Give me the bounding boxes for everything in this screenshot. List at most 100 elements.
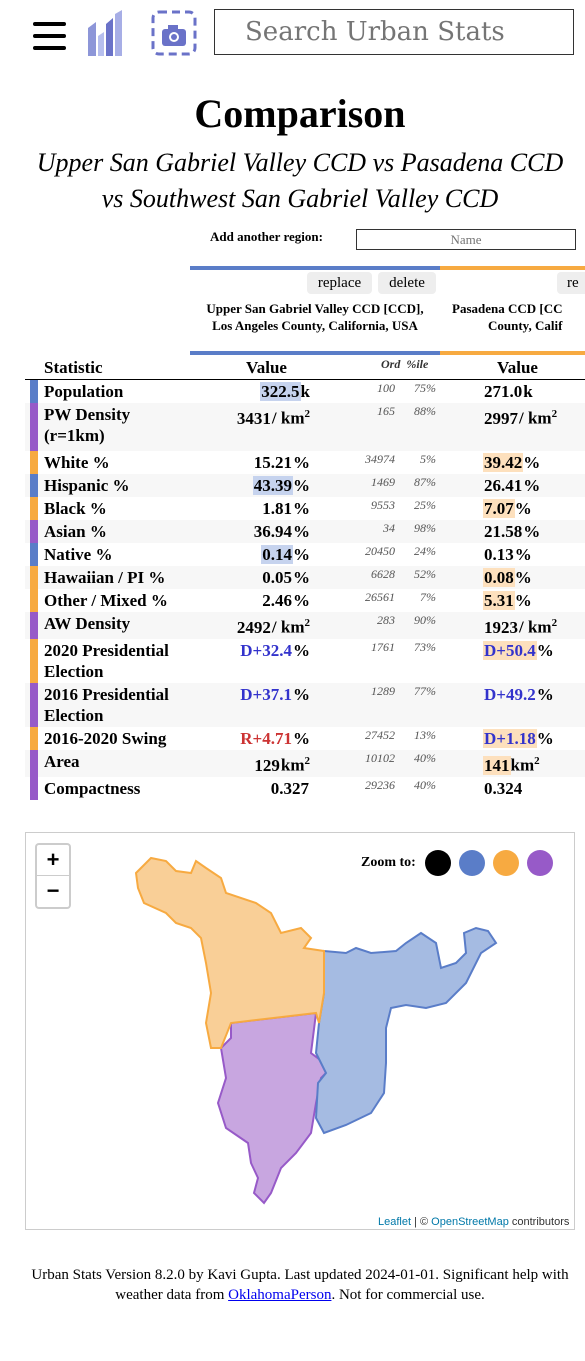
region-1-name-line2: Los Angeles County, California, USA xyxy=(212,318,418,333)
value-region-2: D+50.4% xyxy=(483,640,585,661)
statistic-name[interactable]: Area xyxy=(44,751,80,772)
zoom-to-region-1-button[interactable] xyxy=(459,850,485,876)
ordinal-percentile: 34 98% xyxy=(330,521,436,536)
statistic-name[interactable]: 2020 Presidential Election xyxy=(44,640,169,682)
row-color-marker xyxy=(30,589,38,612)
ordinal-percentile: 283 90% xyxy=(330,613,436,628)
value-region-2: 0.08% xyxy=(483,567,585,588)
unit-superscript: 2 xyxy=(551,408,558,420)
value-region-2: D+1.18% xyxy=(483,728,585,749)
statistic-name[interactable]: Black % xyxy=(44,498,107,519)
statistic-name[interactable]: 2016 Presidential Election xyxy=(44,684,169,726)
statistic-label: AW Density xyxy=(44,614,131,633)
ordinal: 9553 xyxy=(371,498,395,512)
region-2-name-line2: County, Calif xyxy=(488,318,563,333)
zoom-out-button[interactable]: − xyxy=(37,876,69,906)
value-number: D+32.4 xyxy=(240,641,292,660)
value-unit: % xyxy=(536,729,554,748)
statistic-name[interactable]: AW Density xyxy=(44,613,130,634)
leaflet-link[interactable]: Leaflet xyxy=(378,1216,411,1228)
value-region-1: 0.05% xyxy=(180,567,310,588)
value-region-1: 43.39% xyxy=(180,475,310,496)
value-number: 21.58 xyxy=(484,522,523,541)
row-color-marker xyxy=(30,683,38,727)
statistic-label: 2016 Presidential xyxy=(44,685,169,704)
menu-icon[interactable] xyxy=(33,22,67,52)
value-region-1: D+32.4% xyxy=(180,640,310,661)
statistic-name[interactable]: PW Density (r=1km) xyxy=(44,404,130,446)
ordinal: 100 xyxy=(377,381,395,395)
add-region-input[interactable] xyxy=(356,229,576,250)
map-attribution: Leaflet | © OpenStreetMap contributors xyxy=(378,1216,569,1228)
value-unit: % xyxy=(293,641,310,660)
search-input[interactable] xyxy=(214,9,574,55)
statistic-label: Asian % xyxy=(44,522,107,541)
region-2-name[interactable]: Pasadena CCD [CC County, Calif xyxy=(452,300,585,334)
row-color-marker xyxy=(30,403,38,451)
row-color-marker xyxy=(30,520,38,543)
statistic-label: Population xyxy=(44,382,124,401)
statistic-name[interactable]: 2016-2020 Swing xyxy=(44,728,166,749)
row-color-marker xyxy=(30,727,38,750)
percentile: 87% xyxy=(414,475,436,489)
statistic-name[interactable]: Compactness xyxy=(44,778,140,799)
statistic-name[interactable]: Other / Mixed % xyxy=(44,590,168,611)
replace-region-2-button[interactable]: re xyxy=(557,272,585,294)
value-number: R+4.71 xyxy=(240,729,292,748)
ordinal-percentile: 26561 7% xyxy=(330,590,436,605)
statistic-label: Native % xyxy=(44,545,113,564)
region-1-name[interactable]: Upper San Gabriel Valley CCD [CCD], Los … xyxy=(185,300,445,334)
zoom-to-region-2-button[interactable] xyxy=(493,850,519,876)
value-number: D+37.1 xyxy=(240,685,292,704)
ordinal-percentile: 1761 73% xyxy=(330,640,436,655)
oklahomaperson-link[interactable]: OklahomaPerson xyxy=(228,1287,331,1303)
value-region-1: 36.94% xyxy=(180,521,310,542)
value-unit: / km xyxy=(271,408,305,428)
map-region-upper-sgv xyxy=(314,926,498,1135)
value-unit: % xyxy=(293,568,310,587)
ordinal: 26561 xyxy=(365,590,395,604)
percentile: 13% xyxy=(414,728,436,742)
value-unit: % xyxy=(514,591,532,610)
map-region-southwest-sgv xyxy=(216,1011,333,1205)
unit-superscript: 2 xyxy=(534,755,540,767)
page-subtitle: Upper San Gabriel Valley CCD vs Pasadena… xyxy=(36,148,564,213)
statistic-label: Other / Mixed % xyxy=(44,591,168,610)
ordinal: 1761 xyxy=(371,640,395,654)
ordinal: 27452 xyxy=(365,728,395,742)
screenshot-camera-icon[interactable] xyxy=(151,10,197,56)
unit-superscript: 2 xyxy=(551,617,558,629)
value-number: 0.05 xyxy=(262,568,292,587)
map-panel[interactable] xyxy=(25,832,575,1230)
value-region-1: 0.327 xyxy=(180,778,310,799)
value-region-1: D+37.1% xyxy=(180,684,310,705)
statistic-name[interactable]: Native % xyxy=(44,544,112,565)
percentile: 7% xyxy=(420,590,436,604)
zoom-to-region-3-button[interactable] xyxy=(527,850,553,876)
region-map[interactable] xyxy=(26,833,575,1230)
value-number: 7.07 xyxy=(483,499,515,518)
delete-region-1-button[interactable]: delete xyxy=(378,272,436,294)
ordinal-percentile: 10102 40% xyxy=(330,751,436,766)
statistic-name[interactable]: Asian % xyxy=(44,521,107,542)
page-title: Comparison xyxy=(194,91,406,136)
percentile: 52% xyxy=(414,567,436,581)
value-unit: % xyxy=(523,522,541,541)
value-unit: / km xyxy=(519,617,552,637)
region-1-name-line1: Upper San Gabriel Valley CCD [CCD], xyxy=(206,301,424,316)
replace-region-1-button[interactable]: replace xyxy=(307,272,372,294)
value-unit: k xyxy=(523,382,533,401)
unit-superscript: 2 xyxy=(304,617,311,629)
statistic-name[interactable]: White % xyxy=(44,452,110,473)
statistic-name[interactable]: Hawaiian / PI % xyxy=(44,567,165,588)
ordinal: 29236 xyxy=(365,778,395,792)
openstreetmap-link[interactable]: OpenStreetMap xyxy=(431,1216,509,1228)
row-color-marker xyxy=(30,380,38,403)
urban-stats-logo-icon[interactable] xyxy=(88,10,124,56)
zoom-to-all-button[interactable] xyxy=(425,850,451,876)
statistic-name[interactable]: Hispanic % xyxy=(44,475,130,496)
zoom-in-button[interactable]: + xyxy=(37,845,69,876)
add-region-label: Add another region: xyxy=(210,229,323,244)
value-region-2: 141km2 xyxy=(483,751,585,776)
statistic-name[interactable]: Population xyxy=(44,381,123,402)
